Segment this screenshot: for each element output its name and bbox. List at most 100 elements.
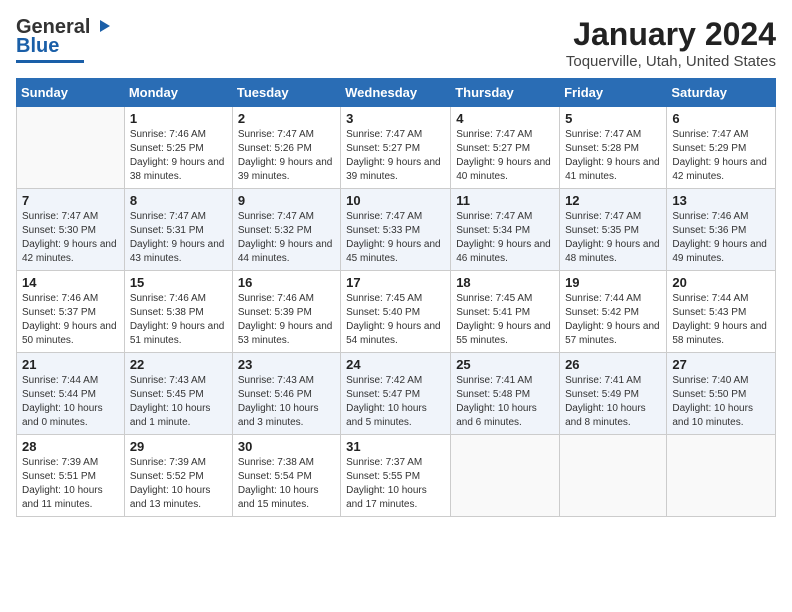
- day-info: Sunrise: 7:44 AMSunset: 5:44 PMDaylight:…: [22, 374, 119, 430]
- table-row: 15 Sunrise: 7:46 AMSunset: 5:38 PMDayligh…: [124, 271, 232, 353]
- day-info: Sunrise: 7:44 AMSunset: 5:43 PMDaylight:…: [672, 292, 770, 348]
- table-row: 27 Sunrise: 7:40 AMSunset: 5:50 PMDayligh…: [667, 353, 776, 435]
- day-number: 13: [672, 193, 770, 208]
- table-row: 20Sunrise: 7:44 AMSunset: 5:43 PMDayligh…: [667, 271, 776, 353]
- table-row: 1Sunrise: 7:46 AMSunset: 5:25 PMDaylight…: [124, 107, 232, 189]
- day-info: Sunrise: 7:46 AMSunset: 5:36 PMDaylight:…: [672, 210, 770, 266]
- calendar-week-row: 7 Sunrise: 7:47 AMSunset: 5:30 PMDaylight…: [17, 189, 776, 271]
- day-number: 14: [22, 275, 119, 290]
- table-row: [560, 435, 667, 517]
- day-number: 30: [238, 439, 335, 454]
- table-row: 25 Sunrise: 7:41 AMSunset: 5:48 PMDayligh…: [451, 353, 560, 435]
- table-row: 8 Sunrise: 7:47 AMSunset: 5:31 PMDaylight…: [124, 189, 232, 271]
- day-info: Sunrise: 7:43 AMSunset: 5:46 PMDaylight:…: [238, 374, 335, 430]
- day-info: Sunrise: 7:47 AMSunset: 5:30 PMDaylight:…: [22, 210, 119, 266]
- day-info: Sunrise: 7:47 AMSunset: 5:27 PMDaylight:…: [456, 128, 554, 184]
- table-row: 14 Sunrise: 7:46 AMSunset: 5:37 PMDayligh…: [17, 271, 125, 353]
- header-friday: Friday: [560, 79, 667, 107]
- calendar-week-row: 21 Sunrise: 7:44 AMSunset: 5:44 PMDayligh…: [17, 353, 776, 435]
- day-number: 9: [238, 193, 335, 208]
- logo-arrow-icon: [92, 16, 112, 36]
- header-wednesday: Wednesday: [341, 79, 451, 107]
- day-number: 27: [672, 357, 770, 372]
- table-row: 9 Sunrise: 7:47 AMSunset: 5:32 PMDaylight…: [232, 189, 340, 271]
- day-info: Sunrise: 7:47 AMSunset: 5:28 PMDaylight:…: [565, 128, 661, 184]
- day-info: Sunrise: 7:46 AMSunset: 5:39 PMDaylight:…: [238, 292, 335, 348]
- month-title: January 2024: [566, 16, 776, 53]
- table-row: 21 Sunrise: 7:44 AMSunset: 5:44 PMDayligh…: [17, 353, 125, 435]
- day-info: Sunrise: 7:45 AMSunset: 5:40 PMDaylight:…: [346, 292, 445, 348]
- day-info: Sunrise: 7:41 AMSunset: 5:49 PMDaylight:…: [565, 374, 661, 430]
- day-number: 29: [130, 439, 227, 454]
- calendar-table: Sunday Monday Tuesday Wednesday Thursday…: [16, 78, 776, 517]
- table-row: 16 Sunrise: 7:46 AMSunset: 5:39 PMDayligh…: [232, 271, 340, 353]
- table-row: 11Sunrise: 7:47 AMSunset: 5:34 PMDayligh…: [451, 189, 560, 271]
- logo: General Blue: [16, 16, 112, 63]
- logo-underline: [16, 60, 84, 63]
- day-number: 16: [238, 275, 335, 290]
- day-number: 18: [456, 275, 554, 290]
- header-thursday: Thursday: [451, 79, 560, 107]
- day-info: Sunrise: 7:42 AMSunset: 5:47 PMDaylight:…: [346, 374, 445, 430]
- header-sunday: Sunday: [17, 79, 125, 107]
- table-row: 19 Sunrise: 7:44 AMSunset: 5:42 PMDayligh…: [560, 271, 667, 353]
- day-number: 2: [238, 111, 335, 126]
- day-info: Sunrise: 7:47 AMSunset: 5:31 PMDaylight:…: [130, 210, 227, 266]
- calendar-header-row: Sunday Monday Tuesday Wednesday Thursday…: [17, 79, 776, 107]
- table-row: 7 Sunrise: 7:47 AMSunset: 5:30 PMDaylight…: [17, 189, 125, 271]
- day-info: Sunrise: 7:43 AMSunset: 5:45 PMDaylight:…: [130, 374, 227, 430]
- table-row: 4Sunrise: 7:47 AMSunset: 5:27 PMDaylight…: [451, 107, 560, 189]
- day-number: 25: [456, 357, 554, 372]
- table-row: [451, 435, 560, 517]
- table-row: 6 Sunrise: 7:47 AMSunset: 5:29 PMDaylight…: [667, 107, 776, 189]
- calendar-week-row: 28Sunrise: 7:39 AMSunset: 5:51 PMDayligh…: [17, 435, 776, 517]
- day-number: 10: [346, 193, 445, 208]
- day-info: Sunrise: 7:47 AMSunset: 5:32 PMDaylight:…: [238, 210, 335, 266]
- day-info: Sunrise: 7:47 AMSunset: 5:26 PMDaylight:…: [238, 128, 335, 184]
- day-number: 21: [22, 357, 119, 372]
- day-info: Sunrise: 7:44 AMSunset: 5:42 PMDaylight:…: [565, 292, 661, 348]
- table-row: 26Sunrise: 7:41 AMSunset: 5:49 PMDayligh…: [560, 353, 667, 435]
- day-number: 8: [130, 193, 227, 208]
- table-row: 28Sunrise: 7:39 AMSunset: 5:51 PMDayligh…: [17, 435, 125, 517]
- table-row: 31Sunrise: 7:37 AMSunset: 5:55 PMDayligh…: [341, 435, 451, 517]
- day-info: Sunrise: 7:46 AMSunset: 5:25 PMDaylight:…: [130, 128, 227, 184]
- day-info: Sunrise: 7:37 AMSunset: 5:55 PMDaylight:…: [346, 456, 445, 512]
- header-tuesday: Tuesday: [232, 79, 340, 107]
- header-saturday: Saturday: [667, 79, 776, 107]
- day-info: Sunrise: 7:47 AMSunset: 5:35 PMDaylight:…: [565, 210, 661, 266]
- day-number: 11: [456, 193, 554, 208]
- day-info: Sunrise: 7:47 AMSunset: 5:29 PMDaylight:…: [672, 128, 770, 184]
- table-row: [667, 435, 776, 517]
- logo-blue: Blue: [16, 35, 59, 58]
- table-row: 17 Sunrise: 7:45 AMSunset: 5:40 PMDayligh…: [341, 271, 451, 353]
- table-row: 22 Sunrise: 7:43 AMSunset: 5:45 PMDayligh…: [124, 353, 232, 435]
- day-number: 23: [238, 357, 335, 372]
- day-info: Sunrise: 7:39 AMSunset: 5:52 PMDaylight:…: [130, 456, 227, 512]
- day-info: Sunrise: 7:46 AMSunset: 5:37 PMDaylight:…: [22, 292, 119, 348]
- day-number: 22: [130, 357, 227, 372]
- page-header: General Blue January 2024 Toquerville, U…: [16, 16, 776, 70]
- day-info: Sunrise: 7:39 AMSunset: 5:51 PMDaylight:…: [22, 456, 119, 512]
- day-info: Sunrise: 7:40 AMSunset: 5:50 PMDaylight:…: [672, 374, 770, 430]
- day-number: 15: [130, 275, 227, 290]
- day-number: 17: [346, 275, 445, 290]
- table-row: 12Sunrise: 7:47 AMSunset: 5:35 PMDayligh…: [560, 189, 667, 271]
- calendar-week-row: 14 Sunrise: 7:46 AMSunset: 5:37 PMDayligh…: [17, 271, 776, 353]
- table-row: 18Sunrise: 7:45 AMSunset: 5:41 PMDayligh…: [451, 271, 560, 353]
- table-row: 10Sunrise: 7:47 AMSunset: 5:33 PMDayligh…: [341, 189, 451, 271]
- day-number: 7: [22, 193, 119, 208]
- day-number: 6: [672, 111, 770, 126]
- title-block: January 2024 Toquerville, Utah, United S…: [566, 16, 776, 70]
- day-info: Sunrise: 7:38 AMSunset: 5:54 PMDaylight:…: [238, 456, 335, 512]
- calendar-week-row: 1Sunrise: 7:46 AMSunset: 5:25 PMDaylight…: [17, 107, 776, 189]
- day-info: Sunrise: 7:41 AMSunset: 5:48 PMDaylight:…: [456, 374, 554, 430]
- day-number: 5: [565, 111, 661, 126]
- day-number: 19: [565, 275, 661, 290]
- table-row: [17, 107, 125, 189]
- table-row: 24Sunrise: 7:42 AMSunset: 5:47 PMDayligh…: [341, 353, 451, 435]
- day-info: Sunrise: 7:46 AMSunset: 5:38 PMDaylight:…: [130, 292, 227, 348]
- table-row: 23 Sunrise: 7:43 AMSunset: 5:46 PMDayligh…: [232, 353, 340, 435]
- header-monday: Monday: [124, 79, 232, 107]
- location-title: Toquerville, Utah, United States: [566, 53, 776, 70]
